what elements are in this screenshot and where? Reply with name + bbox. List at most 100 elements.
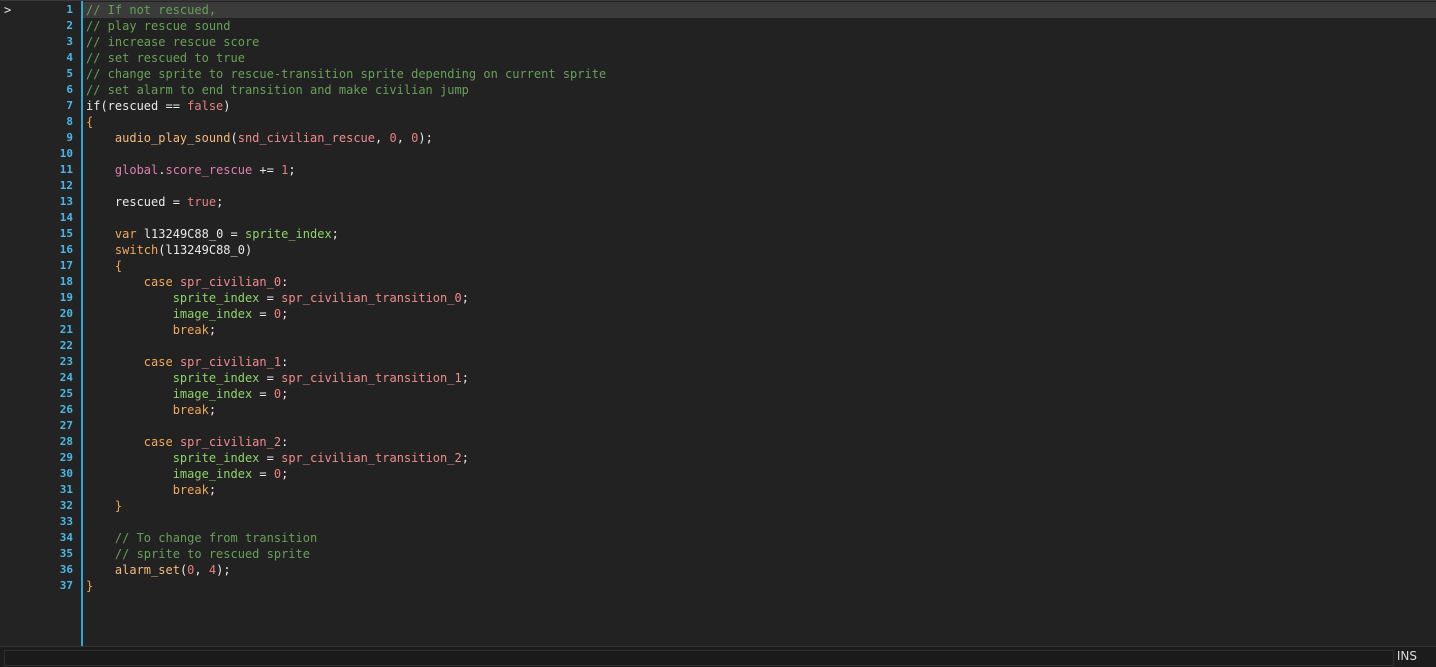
code-token: , [375,131,390,145]
code-editor[interactable]: > 1// If not rescued, 2// play rescue sou… [0,0,1436,646]
code-token: ); [216,563,231,577]
line-number: 37 [59,579,73,592]
code-line[interactable]: 36 alarm_set(0, 4); [0,562,1436,578]
code-line-text[interactable]: image_index = 0; [86,306,289,322]
code-line-text[interactable]: sprite_index = spr_civilian_transition_1… [86,370,469,386]
code-line[interactable]: 10 [0,146,1436,162]
code-token: break [172,323,209,337]
code-line-text[interactable]: rescued = true; [86,194,223,210]
code-line-text[interactable]: // set alarm to end transition and make … [86,82,469,98]
code-token: sprite_index [172,371,260,385]
line-number: 7 [66,99,73,112]
code-line[interactable]: 7 if(rescued == false) [0,98,1436,114]
code-token: = [259,291,282,305]
code-token: image_index [172,307,253,321]
code-line-text[interactable]: var l13249C88_0 = sprite_index; [86,226,339,242]
code-line-text[interactable]: // increase rescue score [86,34,259,50]
code-line-text[interactable]: sprite_index = spr_civilian_transition_0… [86,290,469,306]
code-line[interactable]: 22 [0,338,1436,354]
code-line-text[interactable]: // set rescued to true [86,50,245,66]
code-token: } [114,499,123,513]
code-line-text[interactable]: break; [86,402,216,418]
code-token: ; [281,307,289,321]
code-line[interactable]: 13 rescued = true; [0,194,1436,210]
code-token: spr_civilian_1 [179,355,282,369]
code-token: snd_civilian_rescue [237,131,376,145]
code-line[interactable]: 21 break; [0,322,1436,338]
code-line[interactable]: 32 } [0,498,1436,514]
code-line[interactable]: 11 global.score_rescue += 1; [0,162,1436,178]
code-line-text[interactable]: // change sprite to rescue-transition sp… [86,66,606,82]
code-line[interactable]: 15 var l13249C88_0 = sprite_index; [0,226,1436,242]
code-line-text[interactable]: // If not rescued, [86,2,216,18]
line-number: 8 [66,115,73,128]
line-number: 14 [59,211,73,224]
code-token: l13249C88_0 = [136,227,245,241]
code-line[interactable]: 37} [0,578,1436,594]
code-token: ; [208,483,217,497]
code-line-text[interactable]: alarm_set(0, 4); [86,562,231,578]
code-line[interactable]: 19 sprite_index = spr_civilian_transitio… [0,290,1436,306]
code-line-text[interactable]: // sprite to rescued sprite [86,546,310,562]
line-number: 34 [59,531,73,544]
code-line[interactable]: 1 // If not rescued, [0,2,1436,18]
code-line-text[interactable]: case spr_civilian_2: [86,434,289,450]
code-line-text[interactable]: audio_play_sound(snd_civilian_rescue, 0,… [86,130,433,146]
code-line[interactable]: 23 case spr_civilian_1: [0,354,1436,370]
code-line[interactable]: 16 switch(l13249C88_0) [0,242,1436,258]
code-line[interactable]: 28 case spr_civilian_2: [0,434,1436,450]
code-line[interactable]: 33 [0,514,1436,530]
code-line[interactable]: 20 image_index = 0; [0,306,1436,322]
code-token: var [114,227,137,241]
code-line-text[interactable]: sprite_index = spr_civilian_transition_2… [86,450,469,466]
code-line[interactable]: 6 // set alarm to end transition and make… [0,82,1436,98]
code-line-text[interactable]: } [86,578,93,594]
code-line[interactable]: 14 [0,210,1436,226]
code-line-text[interactable]: break; [86,322,216,338]
code-line[interactable]: 12 [0,178,1436,194]
code-line-text[interactable]: // play rescue sound [86,18,231,34]
code-line-text[interactable]: } [86,498,122,514]
code-line-text[interactable]: case spr_civilian_1: [86,354,289,370]
code-line-text[interactable]: if(rescued == false) [86,98,231,114]
code-line[interactable]: 17 { [0,258,1436,274]
code-line[interactable]: 34 // To change from transition [0,530,1436,546]
code-line-text[interactable]: image_index = 0; [86,466,289,482]
code-line[interactable]: 27 [0,418,1436,434]
code-token: case [143,435,173,449]
code-line[interactable]: 26 break; [0,402,1436,418]
code-line[interactable]: 2 // play rescue sound [0,18,1436,34]
code-line-text[interactable]: { [86,258,122,274]
code-line[interactable]: 35 // sprite to rescued sprite [0,546,1436,562]
line-number: 9 [66,131,73,144]
code-token: = [259,451,282,465]
code-line[interactable]: 31 break; [0,482,1436,498]
code-line-text[interactable]: global.score_rescue += 1; [86,162,296,178]
code-line-text[interactable]: { [86,114,93,130]
code-line[interactable]: 24 sprite_index = spr_civilian_transitio… [0,370,1436,386]
code-lines[interactable]: 1 // If not rescued, 2 // play rescue sound… [0,2,1436,594]
code-token: case [143,275,173,289]
code-line[interactable]: 29 sprite_index = spr_civilian_transitio… [0,450,1436,466]
code-line[interactable]: 9 audio_play_sound(snd_civilian_rescue, … [0,130,1436,146]
code-line[interactable]: 3 // increase rescue score [0,34,1436,50]
code-line[interactable]: 30 image_index = 0; [0,466,1436,482]
code-line-text[interactable]: // To change from transition [86,530,317,546]
code-line[interactable]: 4 // set rescued to true [0,50,1436,66]
code-line-text[interactable]: break; [86,482,216,498]
insert-mode-indicator[interactable]: INS [1397,649,1417,663]
code-line[interactable]: 5 // change sprite to rescue-transition s… [0,66,1436,82]
code-line-text[interactable]: switch(l13249C88_0) [86,242,252,258]
code-line-text[interactable]: image_index = 0; [86,386,289,402]
code-line[interactable]: 8{ [0,114,1436,130]
code-line-text[interactable]: case spr_civilian_0: [86,274,289,290]
code-line[interactable]: 18 case spr_civilian_0: [0,274,1436,290]
code-line[interactable]: 25 image_index = 0; [0,386,1436,402]
